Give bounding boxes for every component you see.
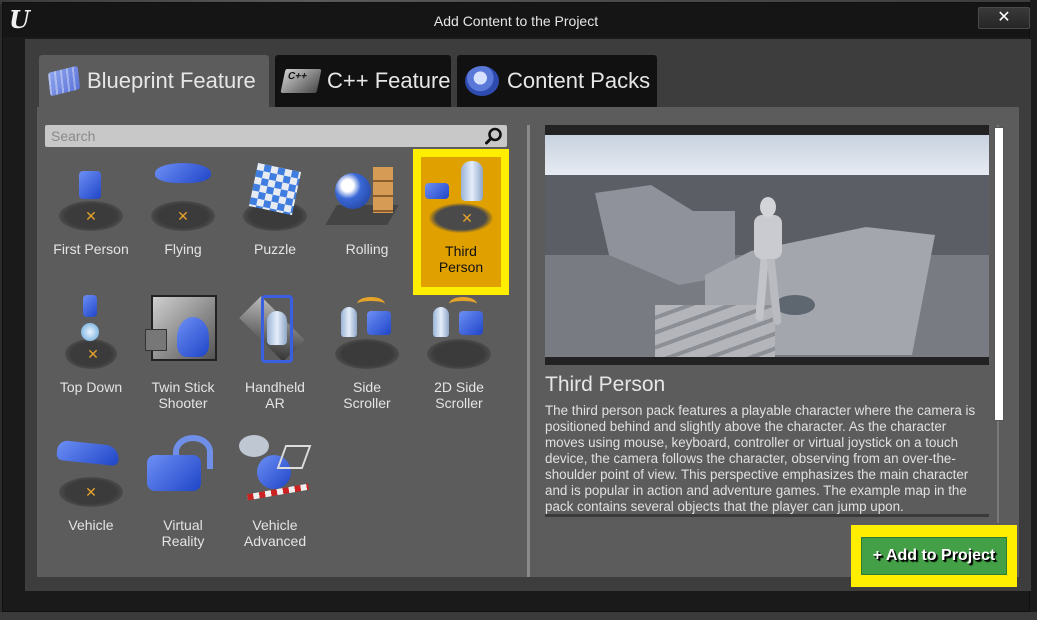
flying-thumbnail-icon: ✕	[143, 155, 223, 235]
template-vehicle-advanced[interactable]: Vehicle Advanced	[229, 427, 321, 565]
template-top-down[interactable]: ✕ Top Down	[45, 289, 137, 427]
template-vehicle[interactable]: ✕ Vehicle	[45, 427, 137, 565]
template-side-scroller[interactable]: Side Scroller	[321, 289, 413, 427]
cpp-icon: C++	[280, 69, 322, 93]
twin-stick-shooter-thumbnail-icon	[143, 293, 223, 373]
vehicle-advanced-thumbnail-icon	[235, 431, 315, 511]
template-third-person[interactable]: ✕ Third Person	[413, 149, 509, 295]
add-content-dialog: U Add Content to the Project ✕ Blueprint…	[2, 2, 1031, 612]
template-label: Puzzle	[253, 241, 297, 257]
top-down-thumbnail-icon: ✕	[51, 293, 131, 373]
tab-label: Blueprint Feature	[87, 68, 256, 93]
template-label: Side Scroller	[343, 379, 391, 411]
dialog-body: Blueprint Feature C++ C++ Feature Conten…	[25, 39, 1031, 591]
details-scrollbar-thumb[interactable]	[994, 127, 1004, 421]
content-pack-icon	[465, 66, 499, 96]
template-puzzle[interactable]: Puzzle	[229, 151, 321, 289]
tab-blueprint-feature[interactable]: Blueprint Feature	[39, 55, 269, 107]
template-label: First Person	[53, 241, 129, 257]
template-2d-side-scroller[interactable]: 2D Side Scroller	[413, 289, 505, 427]
close-button[interactable]: ✕	[978, 7, 1030, 29]
template-first-person[interactable]: ✕ First Person	[45, 151, 137, 289]
window-title: Add Content to the Project	[433, 13, 599, 29]
template-label: Virtual Reality	[161, 517, 205, 549]
template-description: The third person pack features a playabl…	[545, 403, 976, 514]
template-description-box: The third person pack features a playabl…	[545, 403, 989, 517]
template-label: Rolling	[345, 241, 389, 257]
mannequin-character	[750, 197, 786, 327]
blueprint-icon	[47, 65, 81, 97]
editor-backdrop-bottom	[0, 612, 1037, 620]
add-to-project-label: Add to Project	[885, 547, 996, 564]
tab-label: C++ Feature	[327, 68, 451, 93]
template-label: Flying	[164, 241, 202, 257]
third-person-thumbnail-icon: ✕	[421, 157, 501, 237]
side-scroller-thumbnail-icon	[327, 293, 407, 373]
template-label: Handheld AR	[245, 379, 305, 411]
template-title: Third Person	[545, 373, 666, 396]
close-icon: ✕	[997, 9, 1011, 26]
search-icon[interactable]	[485, 127, 503, 145]
template-label: Third Person	[438, 243, 484, 275]
template-flying[interactable]: ✕ Flying	[137, 151, 229, 289]
template-label: Twin Stick Shooter	[151, 379, 215, 411]
first-person-thumbnail-icon: ✕	[51, 155, 131, 235]
search-input[interactable]	[45, 125, 475, 147]
puzzle-thumbnail-icon	[235, 155, 315, 235]
template-rolling[interactable]: Rolling	[321, 151, 413, 289]
splitter-handle[interactable]	[527, 125, 530, 577]
editor-backdrop-right	[1030, 0, 1037, 620]
rolling-thumbnail-icon	[325, 155, 407, 235]
tab-label: Content Packs	[507, 68, 651, 93]
template-virtual-reality[interactable]: Virtual Reality	[137, 427, 229, 565]
template-twin-stick-shooter[interactable]: Twin Stick Shooter	[137, 289, 229, 427]
vehicle-thumbnail-icon: ✕	[51, 431, 131, 511]
template-handheld-ar[interactable]: Handheld AR	[229, 289, 321, 427]
virtual-reality-thumbnail-icon	[143, 431, 223, 511]
tab-content-panel: ✕ First Person ✕ Flying	[37, 107, 1019, 587]
tab-content-packs[interactable]: Content Packs	[457, 55, 657, 107]
template-label: Vehicle Advanced	[243, 517, 307, 549]
template-label: Vehicle	[68, 517, 114, 533]
template-label: 2D Side Scroller	[434, 379, 484, 411]
template-preview-image	[545, 125, 989, 365]
title-bar[interactable]: U Add Content to the Project ✕	[3, 3, 1030, 37]
plus-icon: +	[872, 547, 883, 564]
template-label: Top Down	[59, 379, 123, 395]
add-to-project-button[interactable]: + Add to Project	[861, 537, 1007, 575]
handheld-ar-thumbnail-icon	[235, 293, 315, 373]
tab-cpp-feature[interactable]: C++ C++ Feature	[275, 55, 451, 107]
search-box[interactable]	[45, 125, 507, 147]
2d-side-scroller-thumbnail-icon	[419, 293, 499, 373]
third-person-preview-scene	[545, 135, 989, 357]
